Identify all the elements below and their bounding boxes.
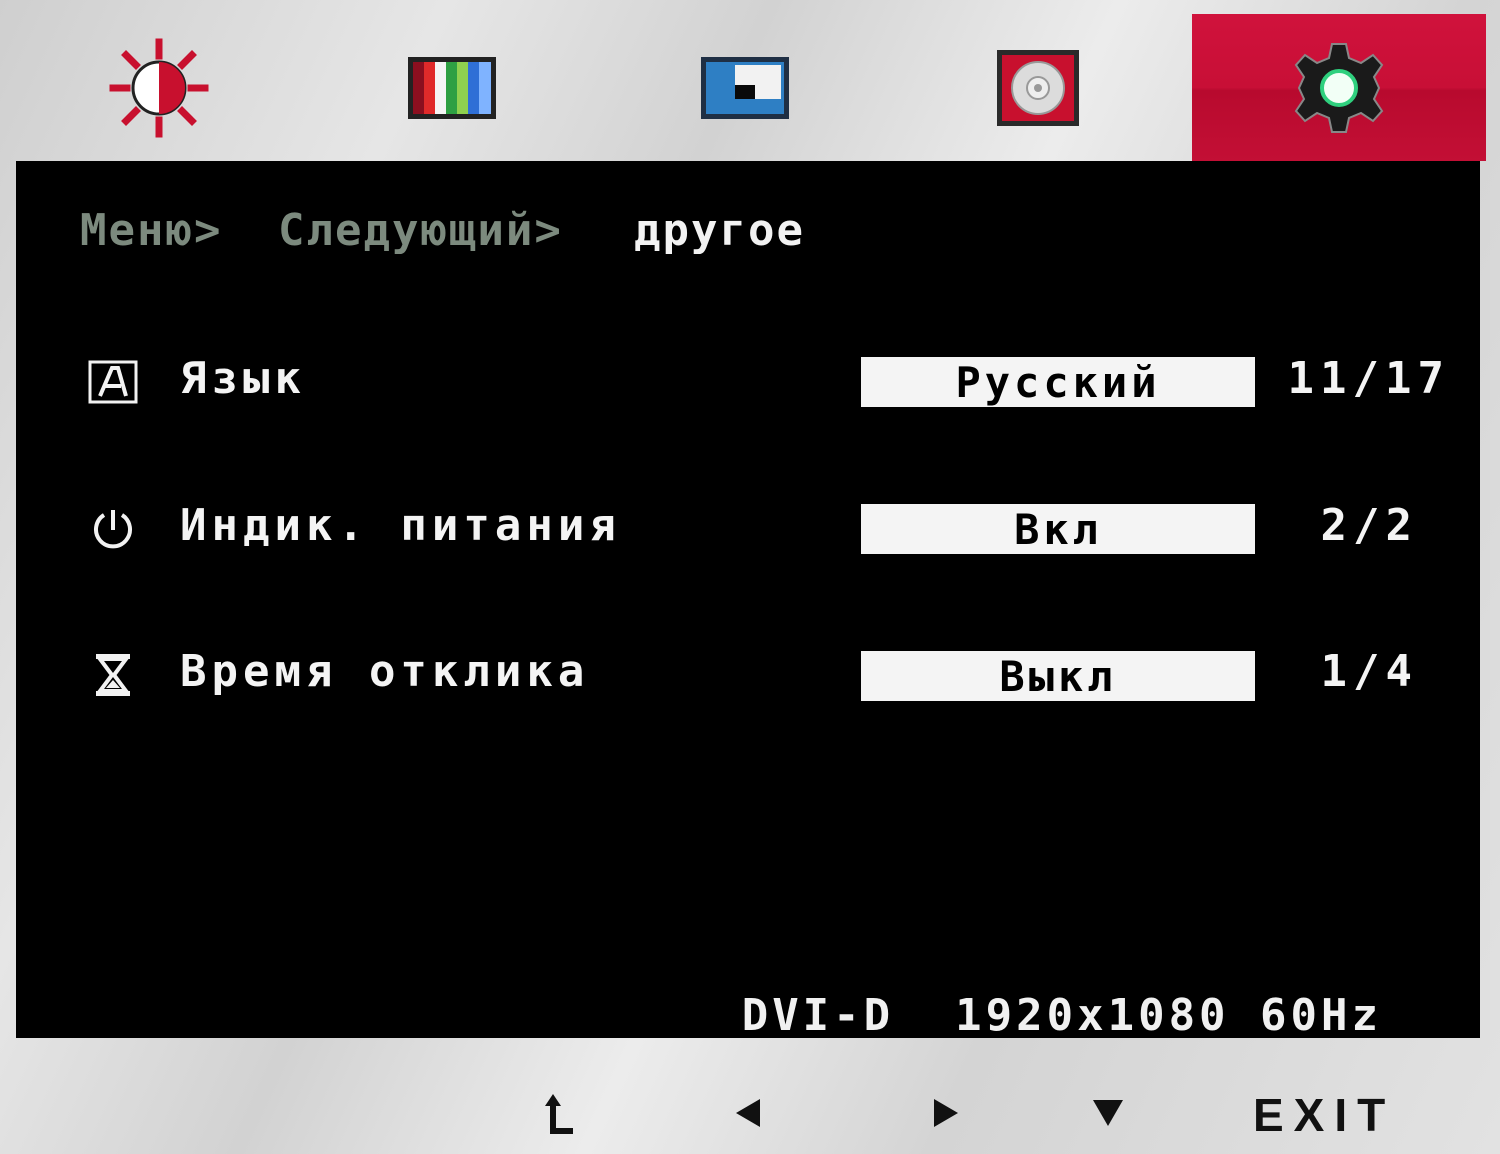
setting-label: Язык <box>180 353 306 404</box>
disc-icon <box>997 49 1079 126</box>
down-arrow-icon <box>1093 1100 1123 1126</box>
setting-label: Время отклика <box>180 646 590 697</box>
setting-value-box[interactable]: Русский <box>861 357 1255 407</box>
power-icon <box>86 502 140 556</box>
setting-index: 1/4 <box>1320 646 1418 697</box>
color-bars-icon <box>408 56 496 119</box>
setting-index: 2/2 <box>1320 500 1418 551</box>
tab-brightness[interactable] <box>14 14 304 161</box>
left-button[interactable] <box>724 1085 772 1141</box>
setting-index: 11/17 <box>1287 353 1450 404</box>
right-arrow-icon <box>934 1099 958 1127</box>
picture-window-icon <box>701 56 789 119</box>
breadcrumb-menu: Меню> <box>80 205 223 256</box>
back-button[interactable] <box>530 1085 584 1141</box>
signal-status: DVI-D 1920x1080 60Hz <box>741 990 1382 1041</box>
setting-value-box[interactable]: Выкл <box>861 651 1255 701</box>
tab-disc[interactable] <box>893 14 1183 161</box>
osd-panel <box>16 161 1480 1038</box>
tab-settings[interactable] <box>1192 14 1486 161</box>
down-button[interactable] <box>1084 1085 1132 1141</box>
breadcrumb-current: другое <box>634 205 805 256</box>
exit-button[interactable]: EXIT <box>1253 1088 1395 1142</box>
breadcrumb-next: Следующий> <box>278 205 563 256</box>
right-button[interactable] <box>922 1085 970 1141</box>
language-a-icon <box>86 355 140 409</box>
gear-icon <box>1294 42 1384 133</box>
tab-color[interactable] <box>307 14 597 161</box>
tab-bar <box>14 14 1486 161</box>
return-arrow-icon <box>545 1094 573 1134</box>
tab-picture[interactable] <box>600 14 890 161</box>
setting-label: Индик. питания <box>180 500 621 551</box>
brightness-icon <box>109 38 209 137</box>
left-arrow-icon <box>736 1099 760 1127</box>
setting-value-box[interactable]: Вкл <box>861 504 1255 554</box>
hourglass-icon <box>86 648 140 702</box>
